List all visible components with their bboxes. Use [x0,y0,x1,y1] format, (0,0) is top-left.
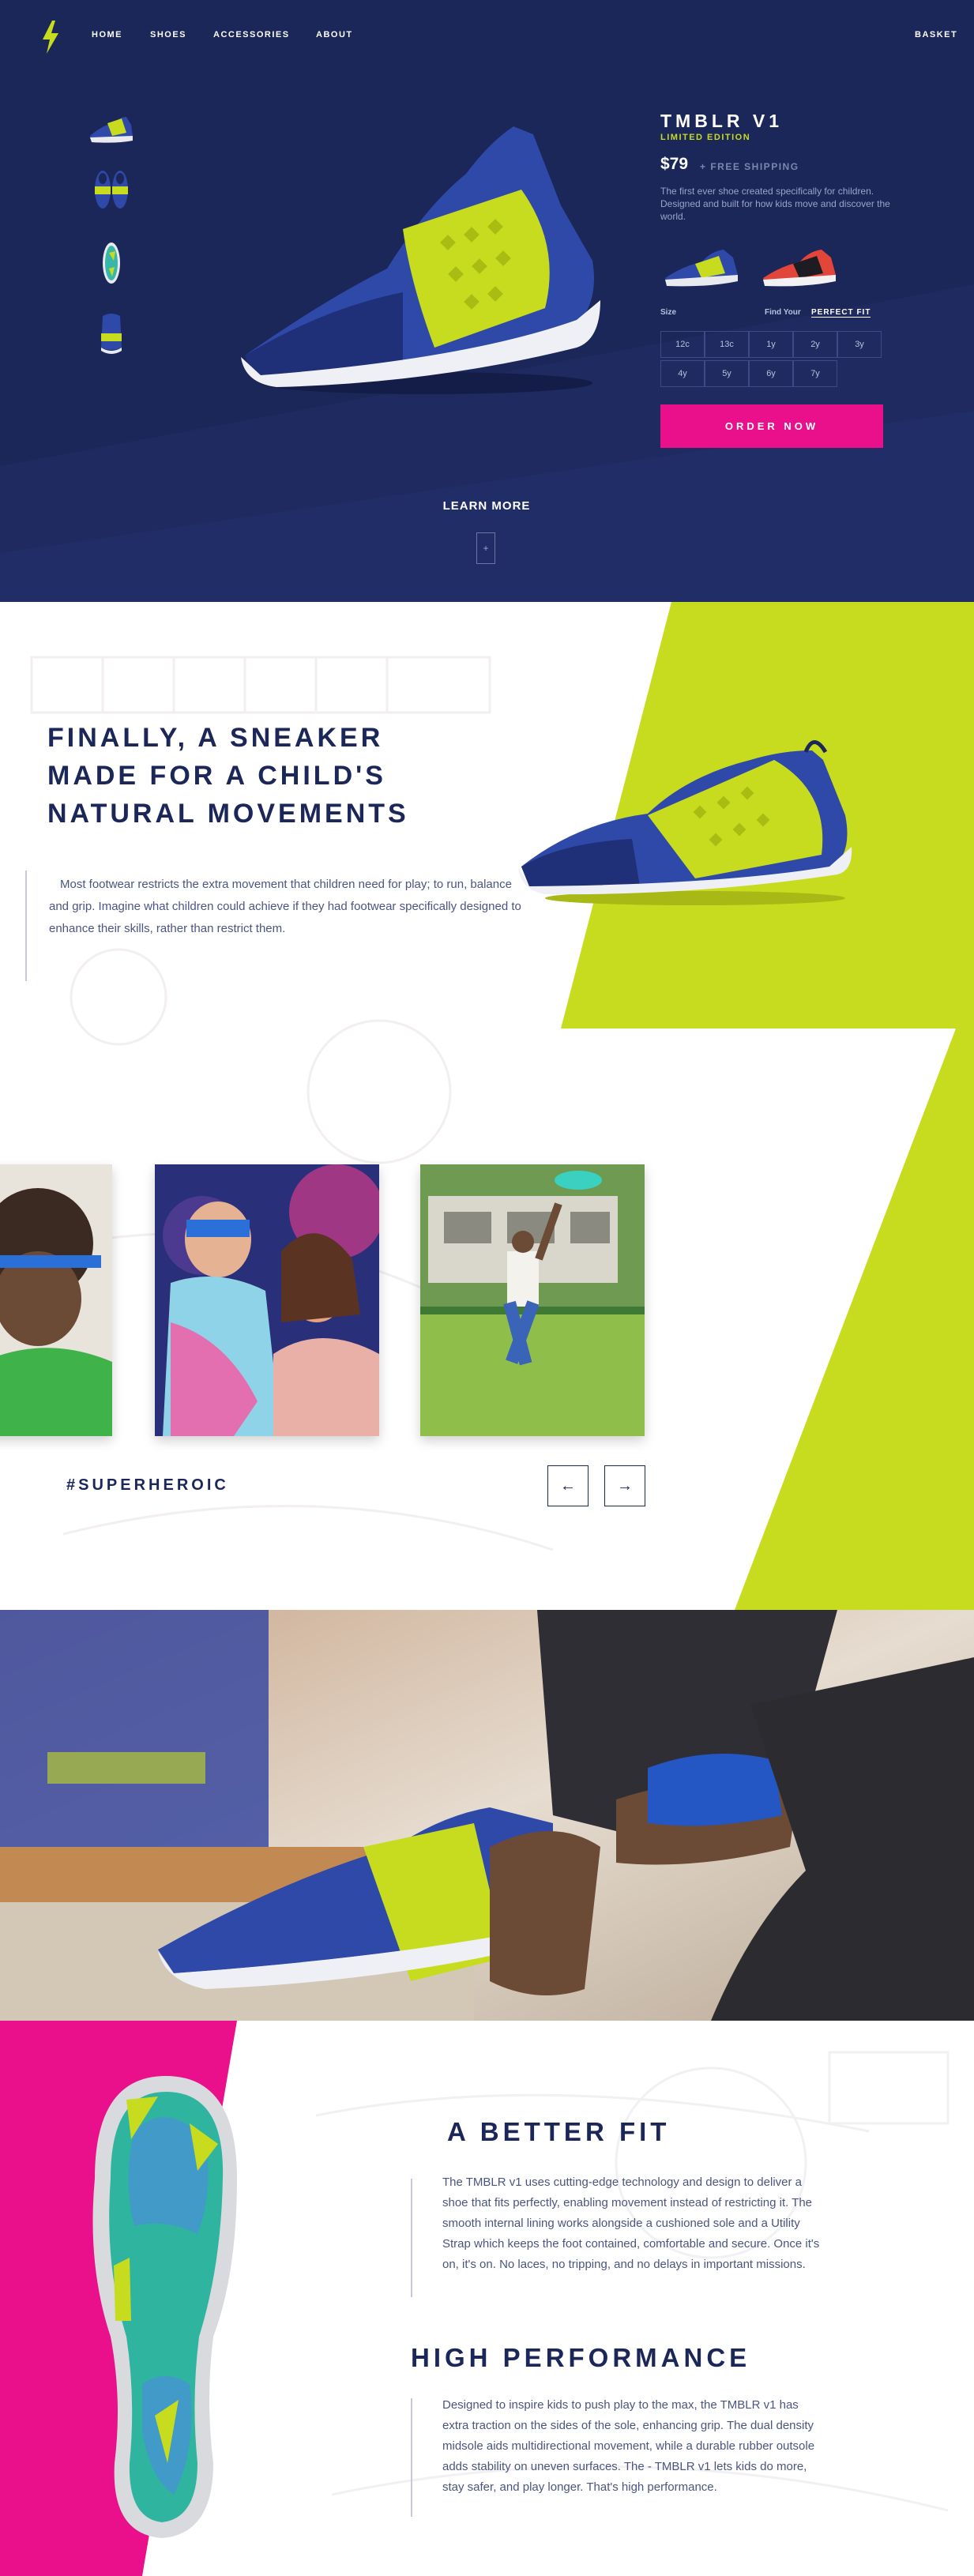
nav-link-home[interactable]: HOME [92,30,122,39]
product-description: The first ever shoe created specifically… [660,186,890,222]
nav-link-accessories[interactable]: ACCESSORIES [213,30,290,39]
better-fit-paragraph: The TMBLR v1 uses cutting-edge technolog… [442,2175,820,2271]
thumbnail-top-view[interactable] [85,163,137,215]
color-swatch-red[interactable] [758,234,844,297]
sneaker-heading-line-3: NATURAL MOVEMENTS [47,799,409,829]
scroll-down-indicator[interactable]: + [476,532,495,564]
hero-shoe-image [241,117,600,394]
nav-link-shoes[interactable]: SHOES [150,30,186,39]
high-performance-rule [411,2398,412,2517]
sneaker-body-text: Most footwear restricts the extra moveme… [49,878,521,935]
arrow-right-icon: → [617,1476,633,1495]
fit-performance-section: A BETTER FIT The TMBLR v1 uses cutting-e… [0,2021,974,2576]
sneaker-heading-line-1: FINALLY, A SNEAKER [47,723,384,753]
shoe-closeup-photo [0,1610,974,2021]
side-shoe-image [518,740,852,905]
product-title: TMBLR V1 [660,111,783,131]
order-now-button[interactable]: ORDER NOW [660,404,883,448]
thumbnail-side-view[interactable] [85,101,137,153]
size-option-6y[interactable]: 6y [749,360,793,387]
better-fit-heading: A BETTER FIT [447,2117,671,2146]
product-edition: LIMITED EDITION [660,133,751,142]
product-price: $79 [660,155,689,173]
shoe-sole-image [92,2076,237,2538]
shoe-closeup-banner [0,1610,974,2021]
size-option-12c[interactable]: 12c [660,331,705,358]
hero-section: HOME SHOES ACCESSORIES ABOUT BASKET TMBL… [0,0,974,602]
high-performance-heading: HIGH PERFORMANCE [411,2343,751,2372]
gallery-next-button[interactable]: → [604,1465,645,1506]
lightning-logo-icon[interactable] [41,21,60,54]
accent-rule [25,871,27,981]
gallery-photo-child-playing[interactable] [420,1164,645,1436]
gallery-prev-button[interactable]: ← [547,1465,589,1506]
size-option-1y[interactable]: 1y [749,331,793,358]
size-option-2y[interactable]: 2y [793,331,837,358]
sneaker-intro-section: FINALLY, A SNEAKER MADE FOR A CHILD'S NA… [0,602,974,1610]
nav-link-about[interactable]: ABOUT [316,30,353,39]
fit-guide-label: Find Your [765,308,801,317]
high-performance-paragraph: Designed to inspire kids to push play to… [442,2398,815,2494]
sneaker-heading: FINALLY, A SNEAKER MADE FOR A CHILD'S NA… [47,719,521,833]
size-option-4y[interactable]: 4y [660,360,705,387]
perfect-fit-link[interactable]: PERFECT FIT [811,308,871,318]
learn-more-link[interactable]: LEARN MORE [408,499,566,513]
size-option-13c[interactable]: 13c [705,331,749,358]
sneaker-heading-line-2: MADE FOR A CHILD'S [47,761,386,791]
arrow-left-icon: ← [560,1476,576,1495]
size-option-7y[interactable]: 7y [793,360,837,387]
basket-link[interactable]: BASKET [915,30,957,39]
size-option-5y[interactable]: 5y [705,360,749,387]
hashtag-label: #SUPERHEROIC [66,1476,229,1494]
size-option-3y[interactable]: 3y [837,331,882,358]
shipping-note: + FREE SHIPPING [700,161,799,172]
size-label: Size [660,308,677,317]
plus-icon: + [483,543,489,554]
thumbnail-back-view[interactable] [85,308,137,360]
gallery-photo-mother-child[interactable] [155,1164,379,1436]
thumbnail-sole-view[interactable] [85,237,137,289]
better-fit-rule [411,2179,412,2297]
gallery-photo-child-cape[interactable] [0,1164,112,1436]
color-swatch-blue[interactable] [660,234,746,297]
